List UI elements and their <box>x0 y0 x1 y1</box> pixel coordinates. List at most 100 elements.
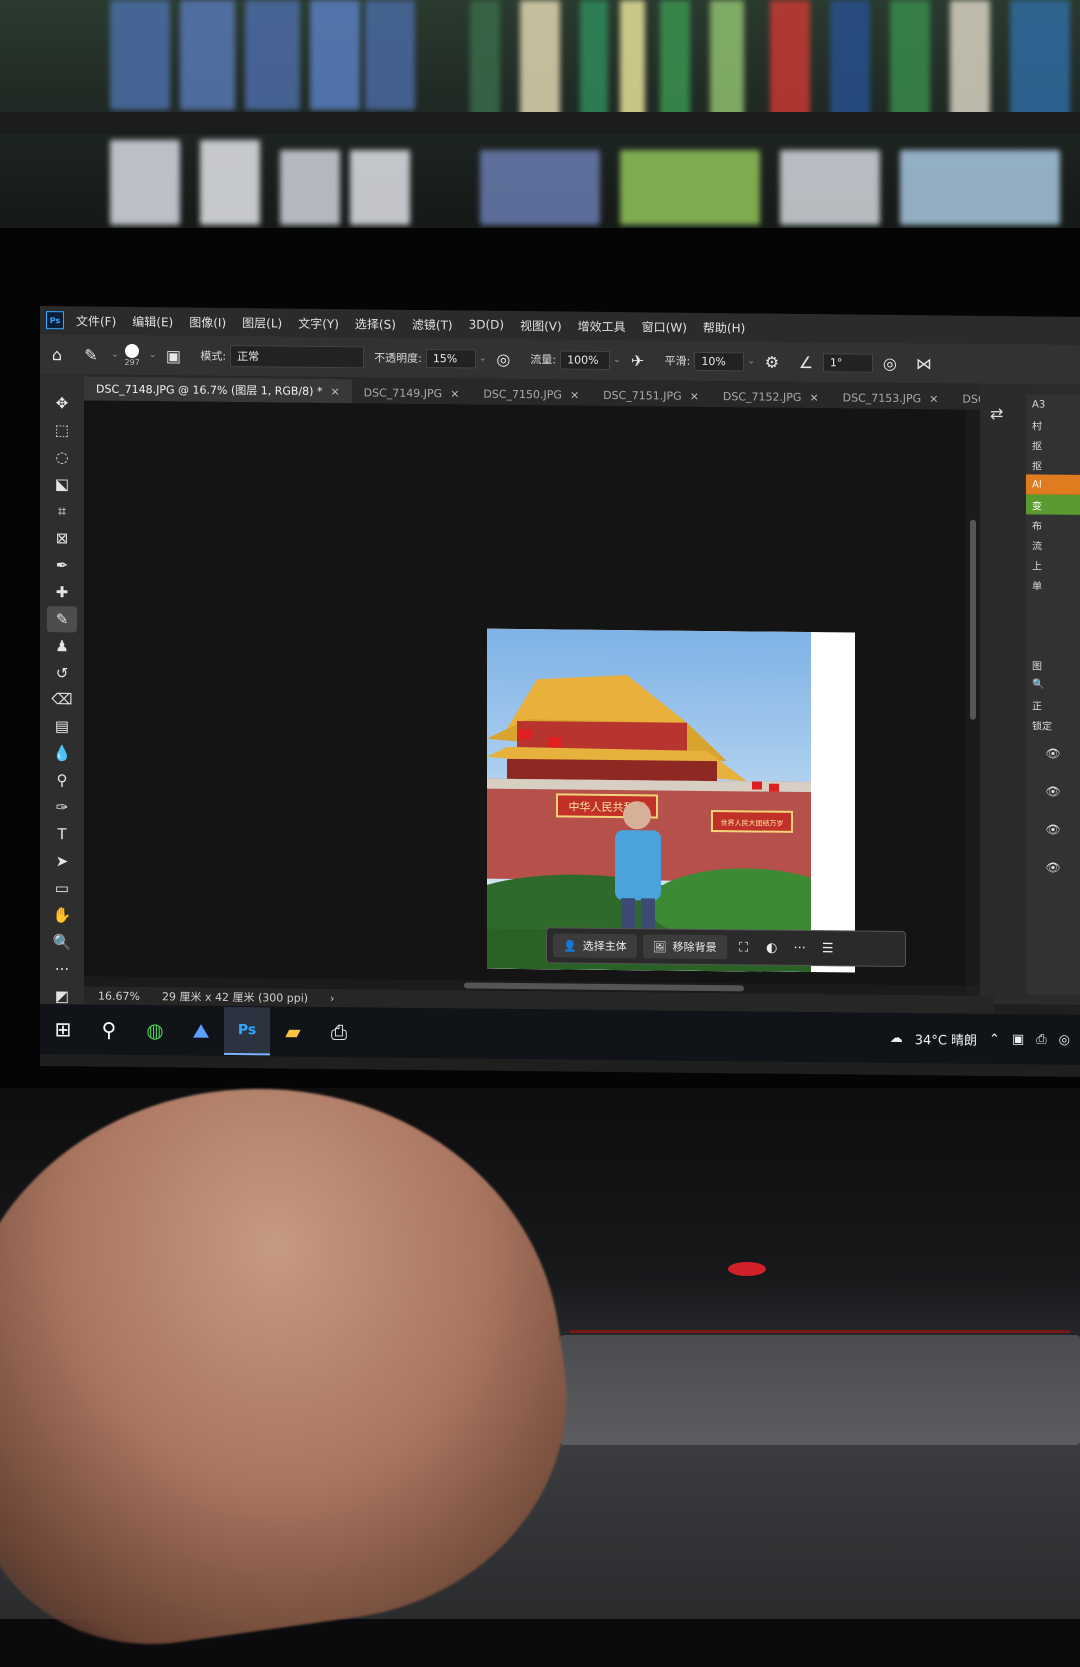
menu-filter[interactable]: 滤镜(T) <box>412 315 453 332</box>
menu-3d[interactable]: 3D(D) <box>469 317 504 331</box>
tab-dsc-7150[interactable]: DSC_7150.JPG × <box>471 384 591 406</box>
layers-panel-title[interactable]: 图 <box>1026 654 1080 675</box>
pen-tool-icon[interactable]: ✑ <box>47 794 77 820</box>
menu-type[interactable]: 文字(Y) <box>298 314 339 331</box>
rectangle-tool-icon[interactable]: ▭ <box>47 875 77 901</box>
gear-icon[interactable]: ⚙ <box>761 351 783 373</box>
path-selection-tool-icon[interactable]: ➤ <box>47 848 77 874</box>
remove-background-button[interactable]: 🖼 移除背景 <box>642 934 727 960</box>
menu-edit[interactable]: 编辑(E) <box>132 312 173 329</box>
move-tool-icon[interactable]: ✥ <box>47 390 77 416</box>
chevron-down-icon[interactable]: ⌄ <box>111 350 119 360</box>
close-icon[interactable]: × <box>570 389 579 402</box>
action-item[interactable]: 抠 <box>1026 434 1080 455</box>
lasso-tool-icon[interactable]: ◌ <box>47 444 77 470</box>
canvas-workspace[interactable]: 中华人民共和国 世界人民大团结万岁 👤 选择主体 🖼 移除背景 ⛶ ◐ ··· … <box>84 400 966 986</box>
close-icon[interactable]: × <box>450 387 459 400</box>
chevron-down-icon[interactable]: ⌄ <box>613 355 621 365</box>
marquee-tool-icon[interactable]: ⬚ <box>47 417 77 443</box>
crop-tool-icon[interactable]: ⌗ <box>47 498 77 524</box>
gradient-tool-icon[interactable]: ▤ <box>47 714 77 740</box>
symmetry-icon[interactable]: ⋈ <box>913 352 935 374</box>
menu-image[interactable]: 图像(I) <box>189 313 226 330</box>
close-icon[interactable]: × <box>929 392 938 405</box>
blend-mode-select[interactable]: 正 <box>1026 694 1080 715</box>
close-icon[interactable]: × <box>330 385 339 398</box>
display-icon[interactable]: ▣ <box>1012 1032 1024 1047</box>
frame-tool-icon[interactable]: ⊠ <box>47 525 77 551</box>
flow-field[interactable]: 100% <box>560 349 611 370</box>
browser-icon[interactable]: ◍ <box>132 1007 178 1053</box>
object-selection-tool-icon[interactable]: ⬕ <box>47 471 77 497</box>
search-icon[interactable]: ⚲ <box>86 1006 132 1052</box>
menu-help[interactable]: 帮助(H) <box>703 318 745 335</box>
history-brush-tool-icon[interactable]: ↺ <box>47 660 77 686</box>
menu-view[interactable]: 视图(V) <box>520 317 562 334</box>
brush-tool-icon[interactable]: ✎ <box>47 605 77 632</box>
home-icon[interactable]: ⌂ <box>46 343 68 365</box>
photos-app-icon[interactable]: ⛰ <box>178 1007 224 1053</box>
menu-window[interactable]: 窗口(W) <box>642 318 687 335</box>
eyedropper-tool-icon[interactable]: ✒ <box>47 552 77 578</box>
edit-toolbar-icon[interactable]: ··· <box>47 956 77 982</box>
zoom-tool-icon[interactable]: 🔍 <box>47 929 77 955</box>
smoothing-field[interactable]: 10% <box>694 351 745 371</box>
dodge-tool-icon[interactable]: ⚲ <box>47 767 77 793</box>
opacity-field[interactable]: 15% <box>425 348 476 369</box>
clone-stamp-tool-icon[interactable]: ♟ <box>47 633 77 659</box>
brush-tool-preset-icon[interactable]: ✎ <box>80 343 102 365</box>
pressure-size-icon[interactable]: ◎ <box>879 352 901 374</box>
tab-dsc-7152[interactable]: DSC_7152.JPG × <box>711 386 831 408</box>
zoom-level[interactable]: 16.67% <box>98 989 140 1002</box>
layer-visibility-eye-icon[interactable]: 👁 <box>1026 810 1080 849</box>
layer-visibility-eye-icon[interactable]: 👁 <box>1026 734 1080 773</box>
action-item[interactable]: 上 <box>1026 554 1080 575</box>
pressure-opacity-icon[interactable]: ◎ <box>492 348 514 370</box>
healing-brush-tool-icon[interactable]: ✚ <box>47 579 77 605</box>
document-canvas[interactable]: 中华人民共和国 世界人民大团结万岁 <box>487 628 855 973</box>
action-item-green[interactable]: 变 <box>1026 494 1080 515</box>
weather-icon[interactable]: ☁ <box>890 1030 903 1045</box>
airbrush-icon[interactable]: ✈ <box>627 349 649 371</box>
panel-history-icon[interactable]: ⇄ <box>990 404 1003 423</box>
action-item[interactable]: A3 <box>1026 394 1080 415</box>
layer-visibility-eye-icon[interactable]: 👁 <box>1026 772 1080 811</box>
file-explorer-icon[interactable]: ▰ <box>270 1008 316 1054</box>
action-item[interactable]: 单 <box>1026 574 1080 595</box>
chevron-right-icon[interactable]: › <box>330 992 334 1005</box>
mode-select[interactable]: 正常 <box>230 344 365 369</box>
angle-field[interactable]: 1° <box>822 352 873 373</box>
action-item[interactable]: 抠 <box>1026 454 1080 475</box>
chevron-down-icon[interactable]: ⌄ <box>149 350 157 360</box>
action-item[interactable]: 流 <box>1026 534 1080 555</box>
chevron-down-icon[interactable]: ⌄ <box>747 356 755 366</box>
brush-size-picker[interactable]: 297 <box>125 343 140 367</box>
mask-icon[interactable]: ◐ <box>761 940 783 955</box>
network-globe-icon[interactable]: ◎ <box>1059 1032 1070 1047</box>
close-icon[interactable]: × <box>690 390 699 403</box>
windows-start-icon[interactable]: ⊞ <box>40 1006 86 1052</box>
action-item[interactable]: 村 <box>1026 414 1080 435</box>
tab-dsc-7151[interactable]: DSC_7151.JPG × <box>591 385 711 407</box>
action-item[interactable]: 布 <box>1026 514 1080 535</box>
menu-select[interactable]: 选择(S) <box>355 315 396 332</box>
transform-icon[interactable]: ⛶ <box>733 940 755 955</box>
chevron-up-icon[interactable]: ⌃ <box>989 1031 1000 1046</box>
menu-layer[interactable]: 图层(L) <box>242 314 282 331</box>
blur-tool-icon[interactable]: 💧 <box>47 740 77 766</box>
layer-visibility-eye-icon[interactable]: 👁 <box>1026 848 1080 887</box>
printer-app-icon[interactable]: ⎙ <box>316 1009 362 1055</box>
settings-sliders-icon[interactable]: ☰ <box>817 941 839 956</box>
hand-tool-icon[interactable]: ✋ <box>47 902 77 928</box>
tab-dsc-7148[interactable]: DSC_7148.JPG @ 16.7% (图层 1, RGB/8) * × <box>84 376 352 404</box>
layer-search-icon[interactable]: 🔍 <box>1026 674 1080 695</box>
photoshop-taskbar-icon[interactable]: Ps <box>224 1006 270 1056</box>
vertical-scroll-thumb[interactable] <box>970 519 976 720</box>
weather-text[interactable]: 34°C 晴朗 <box>915 1029 977 1049</box>
menu-file[interactable]: 文件(F) <box>76 312 116 329</box>
select-subject-button[interactable]: 👤 选择主体 <box>553 933 637 959</box>
more-options-icon[interactable]: ··· <box>789 940 811 955</box>
tab-dsc-7149[interactable]: DSC_7149.JPG × <box>352 382 472 404</box>
type-tool-icon[interactable]: T <box>47 821 77 847</box>
tab-dsc-7153[interactable]: DSC_7153.JPG × <box>831 387 951 409</box>
